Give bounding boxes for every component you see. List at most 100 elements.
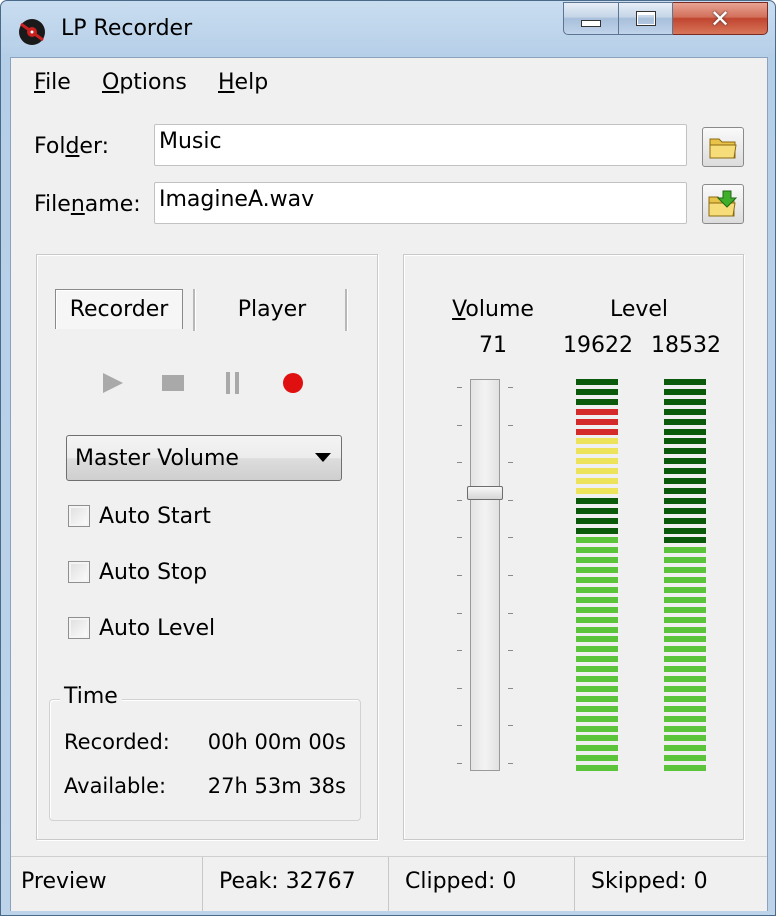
tab-player[interactable]: Player — [207, 289, 337, 329]
volume-tick — [457, 500, 462, 501]
meter-segment — [664, 597, 706, 603]
app-logo-icon[interactable] — [18, 18, 46, 46]
filename-label-pre: File — [34, 192, 71, 217]
volume-tick — [457, 537, 462, 538]
meter-segment — [576, 597, 618, 603]
recorder-panel: Recorder Player Master Volume Auto Start… — [36, 254, 378, 840]
source-select[interactable]: Master Volume — [66, 435, 342, 481]
available-label: Available: — [64, 774, 167, 798]
stop-button[interactable] — [159, 369, 187, 397]
volume-heading-accel: V — [452, 297, 466, 322]
maximize-icon — [635, 11, 656, 26]
menu-file-accel: F — [34, 70, 46, 95]
volume-slider-thumb[interactable] — [467, 486, 503, 500]
time-group-title: Time — [60, 684, 122, 709]
meter-segment — [576, 745, 618, 751]
meter-segment — [576, 726, 618, 732]
filename-input[interactable]: ImagineA.wav — [154, 182, 687, 224]
folder-label-post: er: — [79, 134, 110, 159]
folder-label-pre: Fol — [34, 134, 66, 159]
chevron-down-icon — [315, 453, 331, 462]
meter-segment — [576, 429, 618, 435]
level-heading: Level — [609, 297, 669, 322]
folder-label: Folder: — [34, 134, 109, 159]
meter-segment — [664, 636, 706, 642]
meter-segment — [664, 627, 706, 633]
menu-bar: File Options Help — [11, 58, 767, 110]
app-window: LP Recorder ✕ File Options Help Folder: … — [0, 0, 776, 916]
meter-segment — [576, 498, 618, 504]
close-button[interactable]: ✕ — [673, 2, 768, 35]
available-value: 27h 53m 38s — [207, 774, 346, 798]
auto-level-checkbox[interactable] — [68, 617, 90, 639]
source-select-value: Master Volume — [75, 445, 239, 471]
volume-tick — [508, 575, 513, 576]
status-skipped: Skipped: 0 — [591, 869, 708, 894]
status-bar: Preview Peak: 32767 Clipped: 0 Skipped: … — [11, 856, 767, 911]
meter-segment — [664, 755, 706, 761]
meter-segment — [576, 587, 618, 593]
meter-segment — [664, 557, 706, 563]
meter-segment — [576, 557, 618, 563]
time-group: Time Recorded: 00h 00m 00s Available: 27… — [49, 684, 361, 821]
meter-segment — [664, 706, 706, 712]
record-button[interactable] — [279, 369, 307, 397]
meter-segment — [576, 656, 618, 662]
folder-label-accel: d — [65, 134, 80, 159]
maximize-button[interactable] — [619, 2, 673, 35]
meter-segment — [664, 676, 706, 682]
meter-segment — [576, 438, 618, 444]
meter-segment — [576, 528, 618, 534]
meter-segment — [664, 567, 706, 573]
auto-stop-checkbox[interactable] — [68, 561, 90, 583]
menu-options[interactable]: Options — [102, 70, 187, 95]
meter-segment — [576, 488, 618, 494]
meter-segment — [576, 676, 618, 682]
meter-segment — [664, 587, 706, 593]
tab-recorder[interactable]: Recorder — [55, 289, 183, 329]
title-bar[interactable]: LP Recorder ✕ — [1, 1, 775, 57]
auto-start-checkbox[interactable] — [68, 505, 90, 527]
meter-segment — [576, 518, 618, 524]
menu-help[interactable]: Help — [218, 70, 268, 95]
close-icon: ✕ — [709, 4, 731, 33]
meter-segment — [576, 567, 618, 573]
minimize-button[interactable] — [563, 2, 619, 35]
auto-level-option[interactable]: Auto Level — [68, 613, 215, 643]
meter-segment — [664, 666, 706, 672]
menu-file[interactable]: File — [34, 70, 71, 95]
auto-level-label: Auto Level — [99, 615, 216, 641]
meter-segment — [576, 399, 618, 405]
folder-input[interactable]: Music — [154, 124, 687, 166]
volume-tick — [457, 650, 462, 651]
play-button[interactable] — [99, 369, 127, 397]
volume-tick — [508, 725, 513, 726]
meter-segment — [664, 478, 706, 484]
meter-segment — [664, 508, 706, 514]
recorded-value: 00h 00m 00s — [207, 730, 346, 754]
meter-segment — [664, 468, 706, 474]
auto-start-option[interactable]: Auto Start — [68, 501, 211, 531]
browse-filename-button[interactable] — [702, 184, 744, 224]
caption-buttons: ✕ — [563, 2, 768, 36]
meter-segment — [576, 686, 618, 692]
folder-save-icon — [708, 190, 738, 217]
meter-segment — [664, 498, 706, 504]
volume-slider-track[interactable] — [470, 379, 500, 771]
volume-tick — [508, 500, 513, 501]
pause-button[interactable] — [219, 369, 247, 397]
volume-tick — [457, 387, 462, 388]
meter-segment — [664, 528, 706, 534]
status-peak: Peak: 32767 — [203, 857, 389, 911]
folder-icon — [709, 138, 737, 159]
meter-segment — [576, 577, 618, 583]
volume-tick — [508, 688, 513, 689]
meter-segment — [664, 745, 706, 751]
auto-stop-option[interactable]: Auto Stop — [68, 557, 207, 587]
browse-folder-button[interactable] — [702, 127, 744, 167]
filename-label-post: ame: — [84, 192, 141, 217]
volume-heading: Volume — [438, 297, 548, 322]
volume-tick — [457, 425, 462, 426]
level-left-value: 19622 — [563, 333, 633, 358]
auto-stop-label: Auto Stop — [99, 559, 208, 585]
